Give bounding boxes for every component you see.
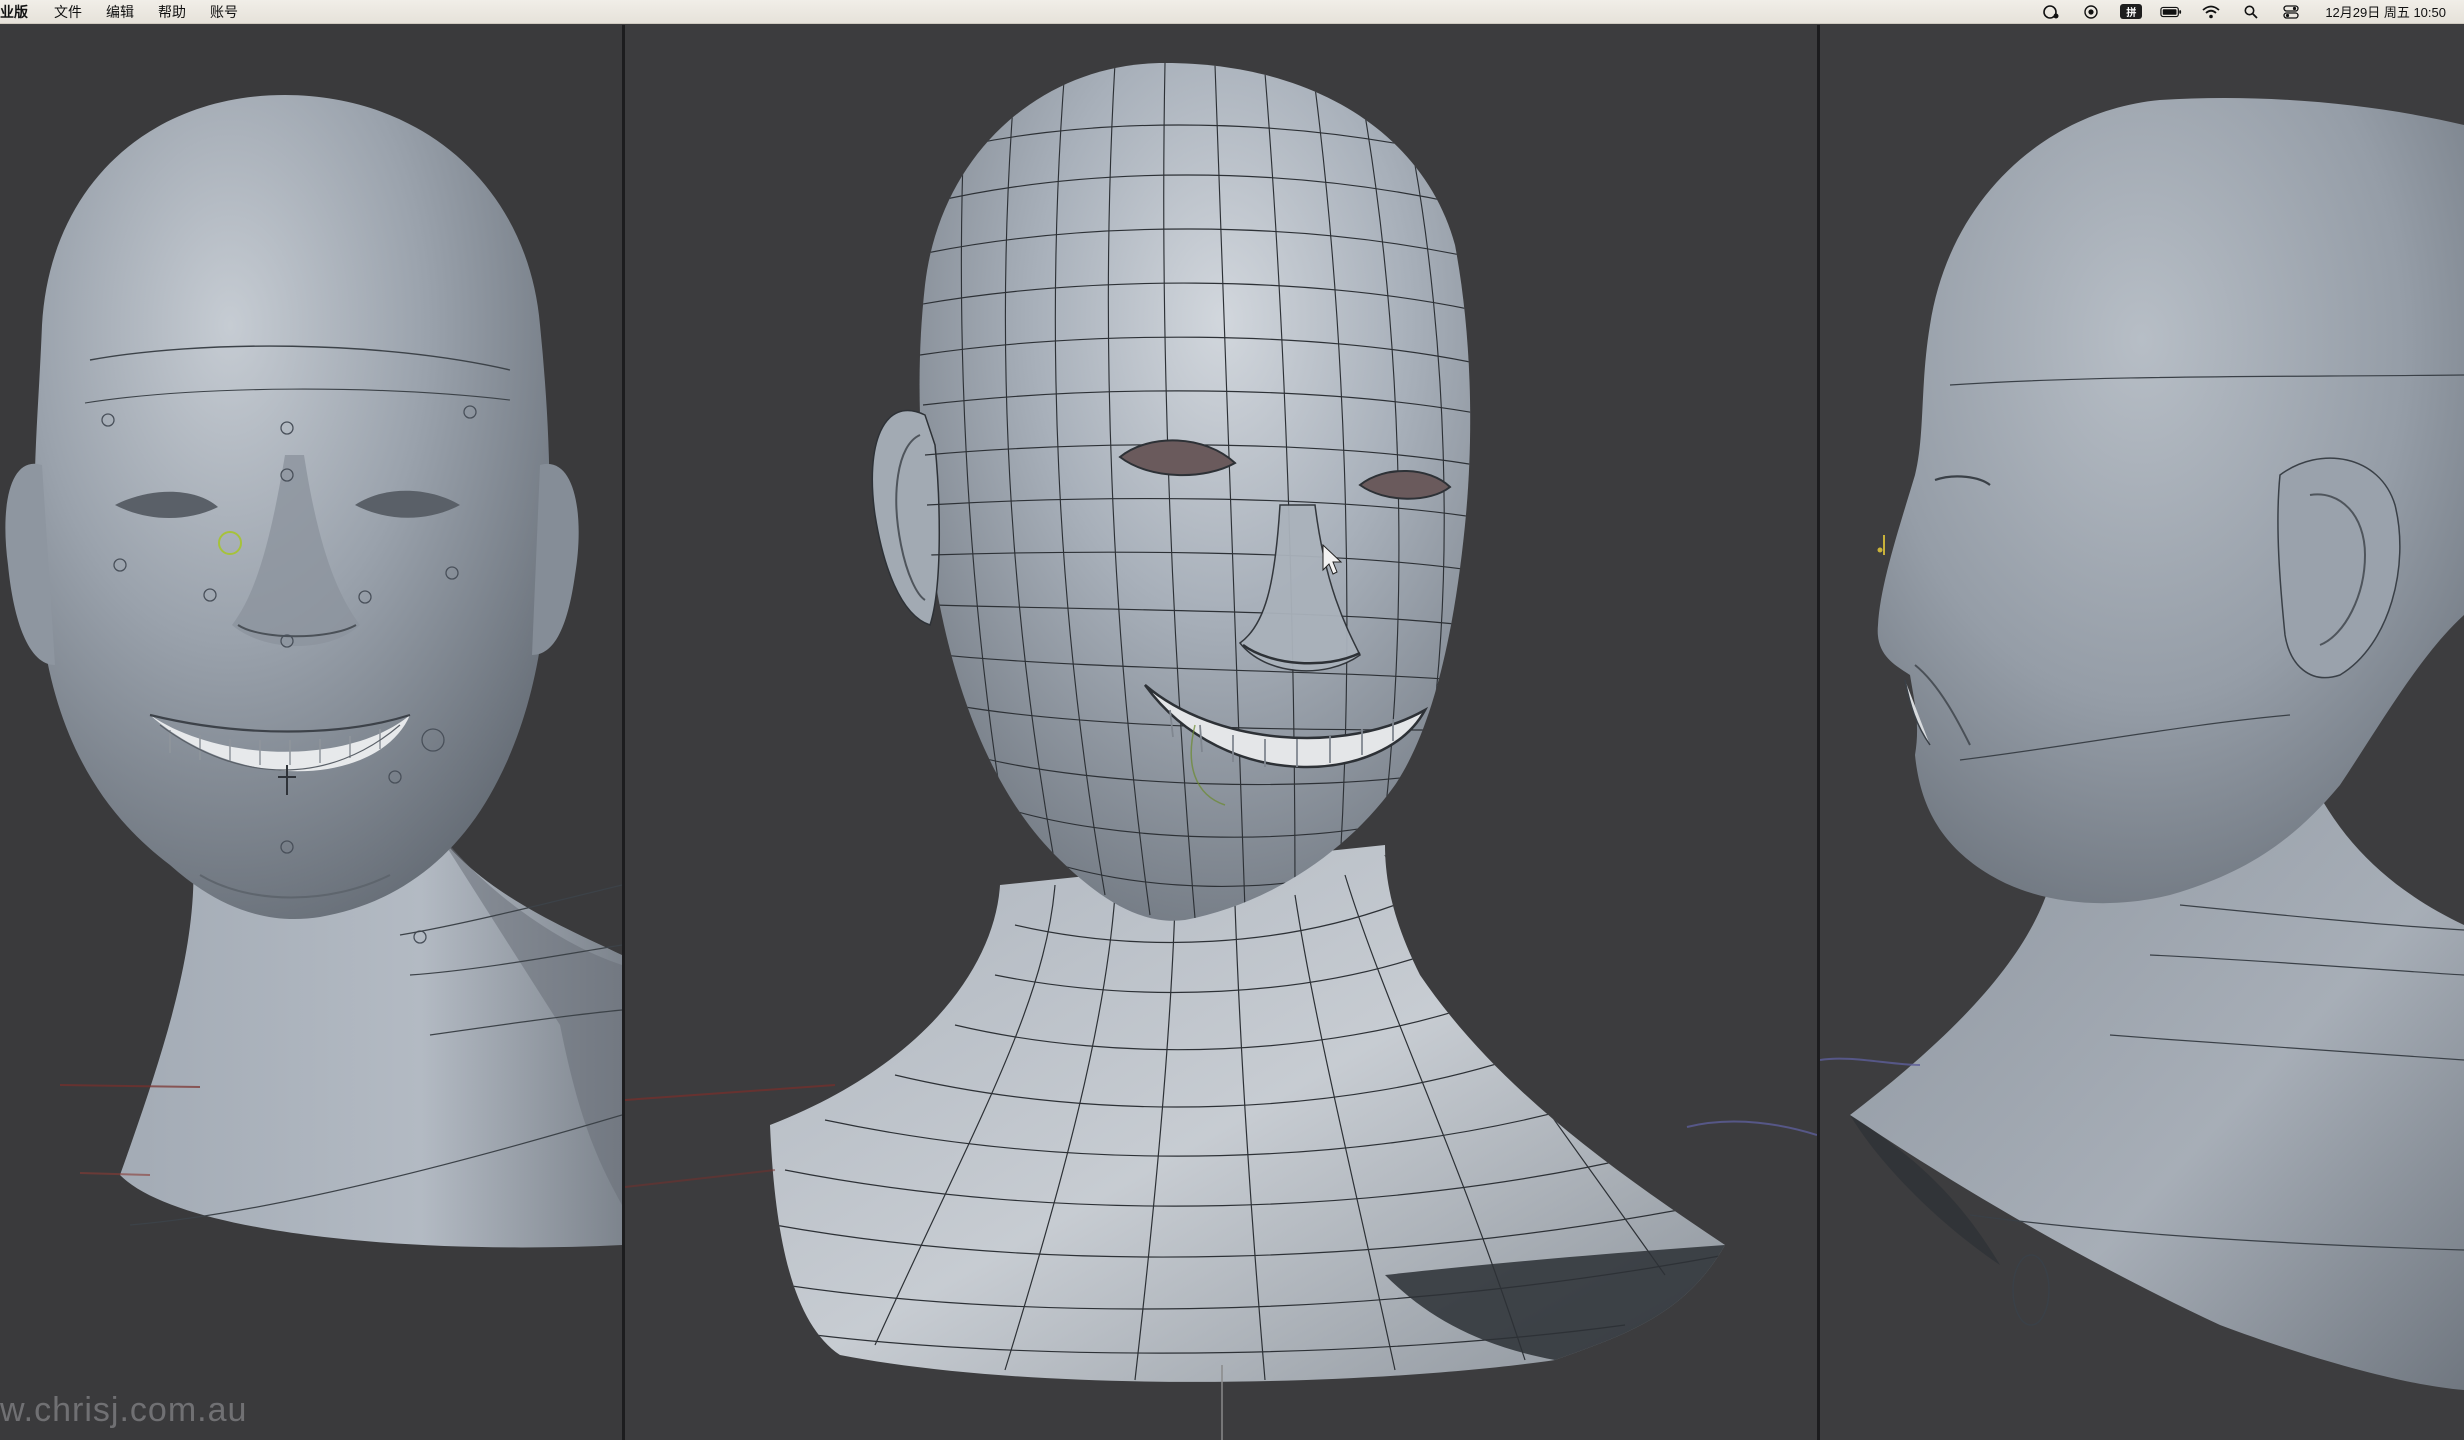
- menu-edit[interactable]: 编辑: [94, 0, 146, 24]
- menu-left: 业版 文件 编辑 帮助 账号: [0, 0, 250, 24]
- side-view-head-render: [1820, 97, 2464, 1390]
- control-center-icon[interactable]: [2280, 4, 2302, 20]
- record-icon[interactable]: [2080, 4, 2102, 20]
- screen-record-icon[interactable]: [2040, 4, 2062, 20]
- input-method-label: 拼: [2120, 4, 2143, 19]
- menu-help[interactable]: 帮助: [146, 0, 198, 24]
- app-menu[interactable]: 业版: [0, 0, 42, 24]
- menu-bar: 业版 文件 编辑 帮助 账号 拼 12月29日 周五 10:50: [0, 0, 2464, 24]
- side-view-pane[interactable]: [1820, 25, 2464, 1440]
- front-view-pane[interactable]: [0, 25, 622, 1440]
- menu-account[interactable]: 账号: [198, 0, 250, 24]
- front-view-head-render: [5, 95, 622, 1248]
- status-area: 拼 12月29日 周五 10:50: [2031, 0, 2464, 24]
- menu-file[interactable]: 文件: [42, 0, 94, 24]
- menu-clock[interactable]: 12月29日 周五 10:50: [2325, 2, 2446, 21]
- watermark: w.chrisj.com.au: [0, 1391, 248, 1429]
- perspective-view-pane[interactable]: [625, 25, 1817, 1440]
- video-frame[interactable]: w.chrisj.com.au: [0, 25, 2464, 1440]
- input-method-icon[interactable]: 拼: [2120, 4, 2143, 20]
- wifi-icon[interactable]: [2200, 4, 2222, 20]
- search-icon[interactable]: [2240, 4, 2262, 20]
- battery-icon[interactable]: [2160, 4, 2182, 20]
- perspective-view-head-render: [625, 63, 1817, 1440]
